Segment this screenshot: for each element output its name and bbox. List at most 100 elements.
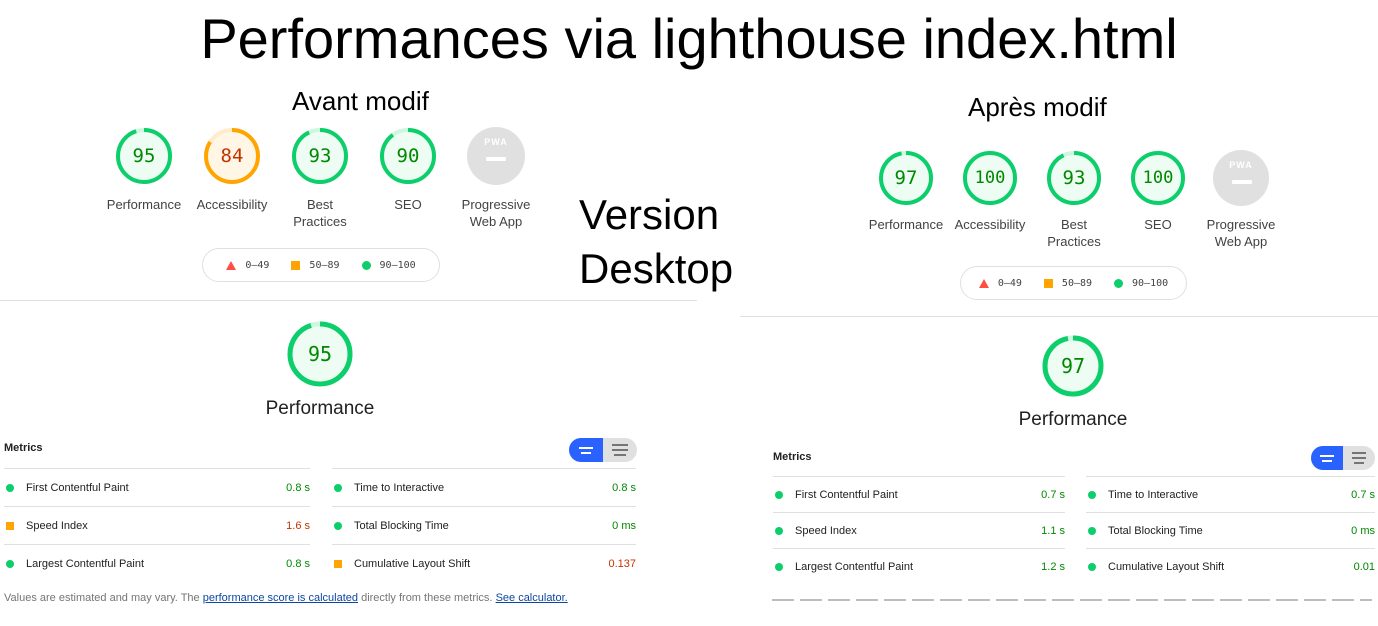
metric-name: Speed Index bbox=[795, 525, 857, 537]
after-legend: 0–49 50–89 90–100 bbox=[960, 266, 1187, 300]
before-gauge-seo[interactable]: 90 bbox=[379, 127, 437, 185]
after-metrics-view-toggle[interactable] bbox=[1311, 446, 1375, 470]
metric-name: Total Blocking Time bbox=[354, 520, 449, 532]
before-label-accessibility: Accessibility bbox=[182, 196, 282, 213]
metric-row: First Contentful Paint 0.8 s bbox=[4, 468, 310, 507]
before-pwa-badge[interactable]: PWA bbox=[467, 127, 525, 185]
after-score-accessibility: 100 bbox=[974, 168, 1006, 188]
square-icon bbox=[334, 560, 342, 568]
before-perf-score: 95 bbox=[307, 342, 333, 366]
legend-pass-range: 90–100 bbox=[379, 259, 416, 271]
before-label-seo: SEO bbox=[358, 196, 458, 213]
after-gauge-seo[interactable]: 100 bbox=[1130, 150, 1186, 206]
compact-view-icon[interactable] bbox=[569, 438, 603, 462]
legend-fail-range: 0–49 bbox=[997, 277, 1022, 289]
after-note-cut bbox=[772, 596, 1372, 601]
legend-fail: 0–49 bbox=[978, 277, 1022, 289]
before-score-seo: 90 bbox=[396, 145, 420, 167]
circle-icon bbox=[361, 260, 371, 270]
metric-row: Time to Interactive 0.7 s bbox=[1086, 476, 1375, 513]
legend-average: 50–89 bbox=[1043, 277, 1093, 289]
caption-before: Avant modif bbox=[292, 86, 429, 116]
legend-average-range: 50–89 bbox=[1061, 277, 1093, 289]
legend-fail: 0–49 bbox=[226, 260, 269, 271]
triangle-icon bbox=[226, 260, 237, 270]
metric-row: First Contentful Paint 0.7 s bbox=[773, 476, 1065, 513]
note-prefix: Values are estimated and may vary. The bbox=[4, 592, 203, 604]
after-divider bbox=[740, 316, 1378, 317]
metric-row: Total Blocking Time 0 ms bbox=[1086, 512, 1375, 549]
before-gauge-performance[interactable]: 95 bbox=[115, 127, 173, 185]
metric-value: 0.01 bbox=[1353, 561, 1375, 573]
before-pwa-label: Progressive Web App bbox=[446, 196, 546, 230]
after-pwa-badge[interactable]: PWA bbox=[1213, 150, 1269, 206]
gauge-label-line: Performance bbox=[106, 197, 182, 212]
after-perf-title: Performance bbox=[1018, 409, 1128, 430]
circle-icon bbox=[775, 527, 783, 535]
gauge-label-line: Accessibility bbox=[196, 197, 268, 212]
metric-name: Largest Contentful Paint bbox=[795, 561, 914, 573]
metric-value: 1.1 s bbox=[1041, 525, 1065, 537]
gauge-label-line: Best bbox=[306, 197, 333, 212]
after-gauge-performance[interactable]: 97 bbox=[878, 150, 934, 206]
metric-name: Cumulative Layout Shift bbox=[354, 558, 471, 570]
metric-value: 0 ms bbox=[1351, 525, 1375, 537]
square-icon bbox=[6, 522, 14, 530]
square-icon bbox=[1043, 278, 1053, 288]
metric-name: First Contentful Paint bbox=[26, 482, 129, 494]
circle-icon bbox=[1114, 278, 1124, 288]
gauge-label-line: Practices bbox=[293, 214, 347, 229]
score-calculated-link[interactable]: performance score is calculated bbox=[203, 592, 358, 604]
gauge-label-line: SEO bbox=[394, 197, 422, 212]
circle-icon bbox=[6, 484, 14, 492]
before-score-accessibility: 84 bbox=[220, 145, 244, 167]
circle-icon bbox=[334, 484, 342, 492]
compact-view-icon[interactable] bbox=[1311, 446, 1343, 470]
metric-value: 1.6 s bbox=[286, 520, 310, 532]
metric-value: 0.8 s bbox=[286, 482, 310, 494]
pwa-dash bbox=[486, 157, 506, 161]
version-label-line1: Version bbox=[579, 191, 720, 238]
after-gauge-best-practices[interactable]: 93 bbox=[1046, 150, 1102, 206]
before-gauge-accessibility[interactable]: 84 bbox=[203, 127, 261, 185]
legend-pass-range: 90–100 bbox=[1132, 277, 1169, 289]
before-metrics-view-toggle[interactable] bbox=[569, 438, 637, 462]
metric-value: 0 ms bbox=[612, 520, 636, 532]
legend-pass: 90–100 bbox=[361, 259, 416, 271]
square-icon bbox=[291, 260, 301, 270]
see-calculator-link[interactable]: See calculator. bbox=[496, 592, 568, 604]
metric-name: Total Blocking Time bbox=[1108, 525, 1203, 537]
after-gauge-accessibility[interactable]: 100 bbox=[962, 150, 1018, 206]
legend-average-range: 50–89 bbox=[309, 259, 340, 271]
circle-icon bbox=[775, 563, 783, 571]
metric-value: 0.137 bbox=[608, 558, 636, 570]
metric-row: Largest Contentful Paint 0.8 s bbox=[4, 544, 310, 583]
before-gauge-best-practices[interactable]: 93 bbox=[291, 127, 349, 185]
metric-row: Time to Interactive 0.8 s bbox=[332, 468, 636, 507]
metric-name: Cumulative Layout Shift bbox=[1108, 561, 1225, 573]
metric-value: 0.7 s bbox=[1351, 489, 1375, 501]
legend-average: 50–89 bbox=[291, 259, 340, 271]
version-label: Version Desktop bbox=[579, 188, 733, 296]
metric-row: Speed Index 1.1 s bbox=[773, 512, 1065, 549]
circle-icon bbox=[1088, 491, 1096, 499]
circle-icon bbox=[334, 522, 342, 530]
caption-after: Après modif bbox=[968, 92, 1107, 122]
before-divider bbox=[0, 300, 697, 301]
legend-pass: 90–100 bbox=[1114, 278, 1168, 289]
pwa-dash bbox=[1232, 180, 1252, 184]
metric-row: Cumulative Layout Shift 0.137 bbox=[332, 544, 636, 583]
expanded-view-icon[interactable] bbox=[603, 438, 637, 462]
metric-value: 0.8 s bbox=[612, 482, 636, 494]
note-middle: directly from these metrics. bbox=[358, 592, 496, 604]
metric-value: 0.8 s bbox=[286, 558, 310, 570]
before-perf-gauge: 95 bbox=[286, 320, 354, 388]
expanded-view-icon[interactable] bbox=[1343, 446, 1375, 470]
metric-value: 0.7 s bbox=[1041, 489, 1065, 501]
before-metrics-note: Values are estimated and may vary. The p… bbox=[4, 592, 568, 604]
after-score-performance: 97 bbox=[894, 167, 918, 189]
metric-name: Time to Interactive bbox=[354, 482, 445, 494]
pwa-label-line2: Web App bbox=[469, 214, 523, 229]
gauge-label-line: Practices bbox=[1047, 234, 1101, 249]
circle-icon bbox=[1088, 527, 1096, 535]
